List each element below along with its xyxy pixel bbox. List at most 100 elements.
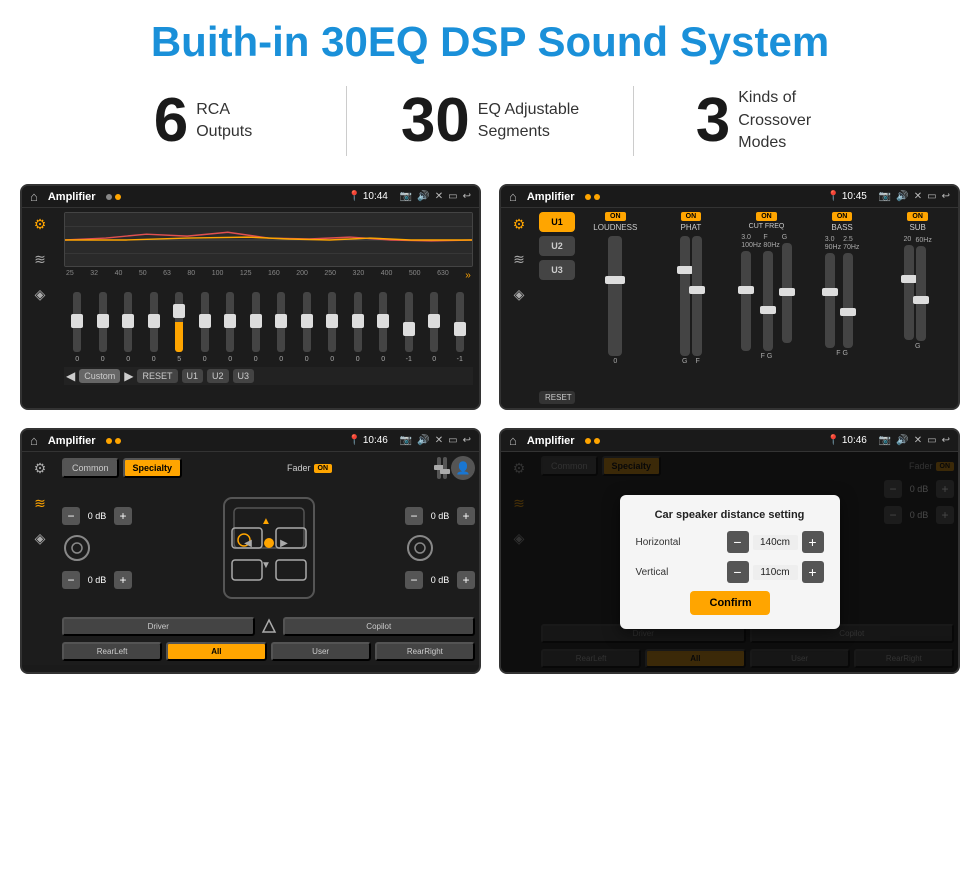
bass-on-badge[interactable]: ON [832, 212, 853, 221]
vol-minus-3[interactable]: − [405, 507, 423, 525]
eq-icon-3[interactable]: ⚙ [34, 460, 47, 477]
car-diagram: ▲ ▼ ◀ ▶ [214, 488, 324, 608]
eq-slider-15[interactable]: 0 [423, 292, 446, 363]
minimize-icon-3[interactable]: ▭ [448, 435, 457, 446]
crossover-u3-btn[interactable]: U3 [539, 260, 575, 280]
home-icon[interactable]: ⌂ [30, 189, 38, 204]
speaker-icon-3[interactable]: ◈ [35, 530, 46, 547]
eq-u3-btn[interactable]: U3 [233, 369, 255, 383]
cdot2 [594, 194, 600, 200]
eq-slider-9[interactable]: 0 [270, 292, 293, 363]
horizontal-plus-btn[interactable]: + [802, 531, 824, 553]
horizontal-stepper: − 140cm + [727, 531, 824, 553]
back-icon-3[interactable]: ↩ [463, 435, 471, 446]
vertical-plus-btn[interactable]: + [802, 561, 824, 583]
vol-plus-2[interactable]: + [114, 571, 132, 589]
eq-slider-14[interactable]: -1 [398, 292, 421, 363]
crossover-u1-btn[interactable]: U1 [539, 212, 575, 232]
eq-custom-btn[interactable]: Custom [79, 369, 120, 383]
rearright-btn[interactable]: RearRight [375, 642, 475, 661]
speaker-icon[interactable]: ◈ [35, 286, 46, 303]
fader-on-badge[interactable]: ON [314, 464, 333, 473]
svg-text:▼: ▼ [261, 560, 271, 571]
camera-icon-2: 📷 [879, 191, 891, 202]
sub-on-badge[interactable]: ON [907, 212, 928, 221]
vol-plus-3[interactable]: + [457, 507, 475, 525]
crossover-reset-btn[interactable]: RESET [539, 391, 575, 404]
wave-icon-3[interactable]: ≋ [34, 495, 46, 512]
eq-slider-13[interactable]: 0 [372, 292, 395, 363]
rearleft-btn[interactable]: RearLeft [62, 642, 162, 661]
vol-minus-4[interactable]: − [405, 571, 423, 589]
vertical-minus-btn[interactable]: − [727, 561, 749, 583]
volume-icon-4[interactable]: 🔊 [896, 435, 908, 446]
vol-ctrl-4: − 0 dB + [405, 571, 475, 589]
wave-icon[interactable]: ≋ [34, 251, 46, 268]
minimize-icon-4[interactable]: ▭ [927, 435, 936, 446]
eq-slider-5[interactable]: 5 [168, 292, 191, 363]
close-icon-3[interactable]: ✕ [435, 435, 443, 446]
specialty-tab[interactable]: Specialty [123, 458, 183, 478]
eq-time: 📍 10:44 [348, 191, 387, 202]
home-icon-2[interactable]: ⌂ [509, 189, 517, 204]
eq-slider-4[interactable]: 0 [143, 292, 166, 363]
dialog-time: 📍 10:46 [827, 435, 866, 446]
loudness-on-badge[interactable]: ON [605, 212, 626, 221]
home-icon-4[interactable]: ⌂ [509, 433, 517, 448]
common-tab[interactable]: Common [62, 458, 119, 478]
eq-next-btn[interactable]: ▶ [124, 369, 133, 383]
volume-icon-2[interactable]: 🔊 [896, 191, 908, 202]
eq-slider-6[interactable]: 0 [194, 292, 217, 363]
close-icon-4[interactable]: ✕ [914, 435, 922, 446]
horizontal-minus-btn[interactable]: − [727, 531, 749, 553]
vol-plus-4[interactable]: + [457, 571, 475, 589]
all-btn[interactable]: All [166, 642, 266, 661]
crossover-channels: ON LOUDNESS 0 ON PHAT [579, 212, 954, 404]
speaker-layout: − 0 dB + − 0 [62, 484, 475, 612]
wave-icon-2[interactable]: ≋ [513, 251, 525, 268]
eq-reset-btn[interactable]: RESET [137, 369, 177, 383]
eq-slider-3[interactable]: 0 [117, 292, 140, 363]
user-btn[interactable]: User [271, 642, 371, 661]
eq-slider-2[interactable]: 0 [92, 292, 115, 363]
home-icon-3[interactable]: ⌂ [30, 433, 38, 448]
eq-status-bar: ⌂ Amplifier 📍 10:44 📷 🔊 ✕ ▭ ↩ [22, 186, 479, 208]
confirm-button[interactable]: Confirm [690, 591, 770, 615]
close-icon[interactable]: ✕ [435, 191, 443, 202]
eq-slider-16[interactable]: -1 [449, 292, 472, 363]
svg-text:▶: ▶ [280, 538, 288, 549]
eq-slider-10[interactable]: 0 [296, 292, 319, 363]
driver-btn[interactable]: Driver [62, 617, 255, 636]
back-icon-2[interactable]: ↩ [942, 191, 950, 202]
eq-icon[interactable]: ⚙ [34, 216, 47, 233]
crossover-u2-btn[interactable]: U2 [539, 236, 575, 256]
vol-minus-1[interactable]: − [62, 507, 80, 525]
vol-minus-2[interactable]: − [62, 571, 80, 589]
close-icon-2[interactable]: ✕ [914, 191, 922, 202]
cutfreq-on-badge[interactable]: ON [756, 212, 777, 221]
dialog-status-bar: ⌂ Amplifier 📍 10:46 📷 🔊 ✕ ▭ ↩ [501, 430, 958, 452]
minimize-icon[interactable]: ▭ [448, 191, 457, 202]
eq-u2-btn[interactable]: U2 [207, 369, 229, 383]
back-icon[interactable]: ↩ [463, 191, 471, 202]
vol-plus-1[interactable]: + [114, 507, 132, 525]
eq-slider-8[interactable]: 0 [245, 292, 268, 363]
eq-icon-2[interactable]: ⚙ [513, 216, 526, 233]
stat-desc-rca: RCA Outputs [196, 99, 252, 144]
eq-prev-btn[interactable]: ◀ [66, 369, 75, 383]
phat-on-badge[interactable]: ON [681, 212, 702, 221]
profile-icon[interactable]: 👤 [451, 456, 475, 480]
eq-slider-12[interactable]: 0 [347, 292, 370, 363]
minimize-icon-2[interactable]: ▭ [927, 191, 936, 202]
back-icon-4[interactable]: ↩ [942, 435, 950, 446]
volume-icon[interactable]: 🔊 [417, 191, 429, 202]
eq-slider-7[interactable]: 0 [219, 292, 242, 363]
eq-slider-11[interactable]: 0 [321, 292, 344, 363]
crossover-screen-content: ⚙ ≋ ◈ U1 U2 U3 RESET ON [501, 208, 958, 408]
eq-u1-btn[interactable]: U1 [182, 369, 204, 383]
eq-slider-1[interactable]: 0 [66, 292, 89, 363]
speaker-icon-2[interactable]: ◈ [514, 286, 525, 303]
copilot-btn[interactable]: Copilot [283, 617, 476, 636]
channel-sub: ON SUB 20 [881, 212, 954, 404]
volume-icon-3[interactable]: 🔊 [417, 435, 429, 446]
